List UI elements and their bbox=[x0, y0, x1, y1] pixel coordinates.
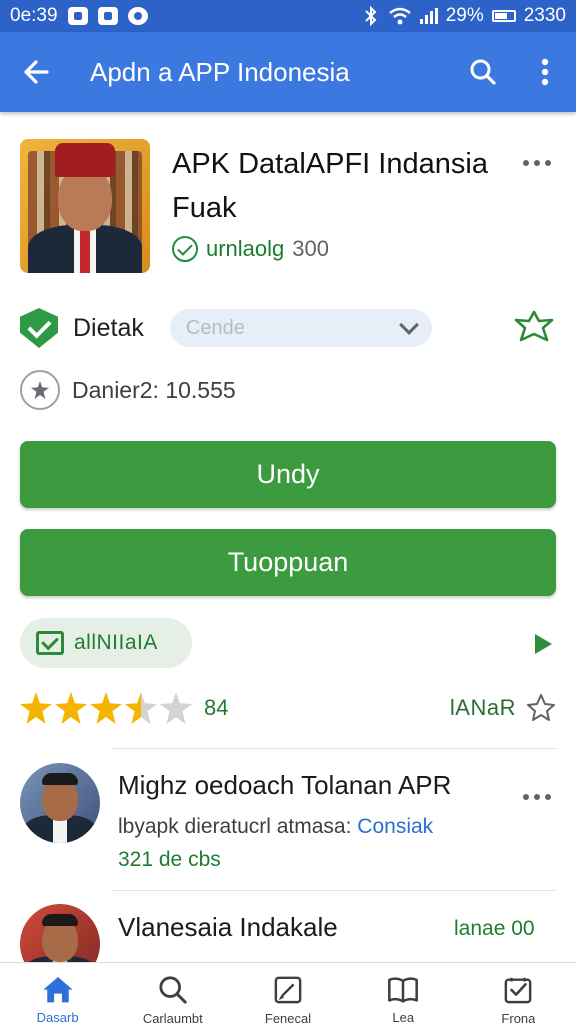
nav-item-tasks[interactable]: Frona bbox=[461, 963, 576, 1024]
check-circle-icon bbox=[172, 236, 198, 262]
nav-label: Carlaumbt bbox=[142, 1010, 203, 1024]
back-button[interactable] bbox=[0, 32, 72, 112]
status-time-left: 0e:39 bbox=[10, 5, 58, 26]
wifi-icon bbox=[388, 7, 411, 25]
star-outline-icon[interactable] bbox=[526, 693, 556, 723]
nav-item-home[interactable]: Dasarb bbox=[0, 963, 115, 1024]
nav-label: Dasarb bbox=[36, 1010, 79, 1024]
record-icon bbox=[127, 7, 148, 25]
home-icon bbox=[42, 976, 73, 1003]
nav-label: Frona bbox=[501, 1010, 536, 1024]
edit-icon bbox=[274, 976, 302, 1004]
nav-item-library[interactable]: Lea bbox=[346, 963, 461, 1024]
arrow-back-icon bbox=[24, 60, 49, 84]
downloads-label: urnlaolg bbox=[206, 236, 285, 261]
rating-star-icon bbox=[160, 692, 192, 724]
nav-item-edit[interactable]: Fenecal bbox=[230, 963, 345, 1024]
bottom-navigation: Dasarb Carlaumbt Fenecal Lea Frona bbox=[0, 962, 576, 1024]
category-chip-label: allNIIaIA bbox=[74, 631, 158, 654]
search-icon bbox=[159, 976, 187, 1004]
chevron-down-icon bbox=[398, 314, 419, 335]
play-arrow-icon[interactable] bbox=[535, 634, 552, 654]
review-meta: lanae 00 bbox=[454, 917, 535, 940]
version-select[interactable]: Cende bbox=[169, 309, 432, 347]
search-icon bbox=[470, 59, 496, 85]
avatar[interactable] bbox=[20, 763, 100, 843]
primary-button[interactable]: Undy bbox=[20, 441, 556, 508]
verified-shield-icon bbox=[20, 308, 58, 348]
app-icon-image bbox=[20, 139, 150, 273]
signal-icon bbox=[419, 8, 438, 24]
rating-row: 84 lANaR bbox=[20, 688, 556, 728]
rating-stars bbox=[20, 692, 192, 724]
status-left: 0e:39 bbox=[10, 5, 148, 27]
notification-icon bbox=[67, 7, 88, 25]
message-icon bbox=[97, 7, 118, 25]
divider bbox=[112, 890, 556, 891]
app-icon-portrait bbox=[20, 139, 150, 273]
divider bbox=[112, 748, 556, 749]
rating-link[interactable]: lANaR bbox=[450, 695, 516, 721]
review-author: Vlanesaia Indakale bbox=[118, 912, 338, 942]
battery-percent: 29% bbox=[445, 5, 484, 26]
checkbox-icon bbox=[36, 631, 64, 655]
version-select-value: Cende bbox=[185, 316, 245, 339]
status-bar: 0e:39 29% 2330 bbox=[0, 0, 576, 32]
rating-star-icon bbox=[90, 692, 122, 724]
search-button[interactable] bbox=[452, 32, 514, 112]
nav-label: Lea bbox=[392, 1010, 415, 1024]
review-text-body: lbyapk dieratucrl atmasa: bbox=[118, 815, 352, 838]
verified-row: Dietak Cende bbox=[20, 305, 556, 351]
status-time-right: 2330 bbox=[523, 5, 566, 26]
check-box-icon bbox=[505, 977, 532, 1004]
app-bar: Apdn a APP Indonesia bbox=[0, 32, 576, 112]
downloads-count: 300 bbox=[292, 236, 329, 261]
developer-badge-icon bbox=[20, 370, 60, 410]
star-outline-icon bbox=[514, 310, 554, 341]
rating-star-icon bbox=[125, 692, 157, 724]
bluetooth-icon bbox=[364, 6, 377, 26]
review-date: 321 de cbs bbox=[118, 848, 221, 871]
nav-label: Fenecal bbox=[264, 1010, 312, 1024]
status-right: 29% 2330 bbox=[362, 5, 566, 27]
app-more-button[interactable] bbox=[522, 142, 552, 174]
review-author: Mighz oedoach Tolanan APR bbox=[118, 770, 452, 800]
favorite-star-button[interactable] bbox=[512, 309, 556, 348]
more-horiz-icon bbox=[523, 160, 551, 166]
secondary-button[interactable]: Tuoppuan bbox=[20, 529, 556, 596]
nav-item-search[interactable]: Carlaumbt bbox=[115, 963, 230, 1024]
verified-label: Dietak bbox=[73, 313, 144, 342]
overflow-menu-button[interactable] bbox=[514, 32, 576, 112]
downloads-row: urnlaolg 300 bbox=[172, 236, 329, 262]
review-more-button[interactable] bbox=[522, 776, 552, 808]
review-link[interactable]: Consiak bbox=[357, 815, 433, 838]
developer-text: Danier2: 10.555 bbox=[72, 376, 236, 403]
rating-count: 84 bbox=[204, 695, 229, 720]
more-horiz-icon bbox=[523, 794, 551, 800]
review-text: lbyapk dieratucrl atmasa: Consiak bbox=[118, 815, 433, 839]
developer-row: Danier2: 10.555 bbox=[20, 370, 236, 410]
more-vert-icon bbox=[541, 58, 549, 86]
rating-star-icon bbox=[20, 692, 52, 724]
battery-icon bbox=[491, 10, 516, 22]
rating-star-icon bbox=[55, 692, 87, 724]
book-icon bbox=[388, 977, 419, 1003]
app-name: APK DatalAPFI Indansia Fuak bbox=[172, 148, 488, 224]
app-bar-title: Apdn a APP Indonesia bbox=[90, 56, 350, 87]
category-chip[interactable]: allNIIaIA bbox=[20, 618, 192, 668]
